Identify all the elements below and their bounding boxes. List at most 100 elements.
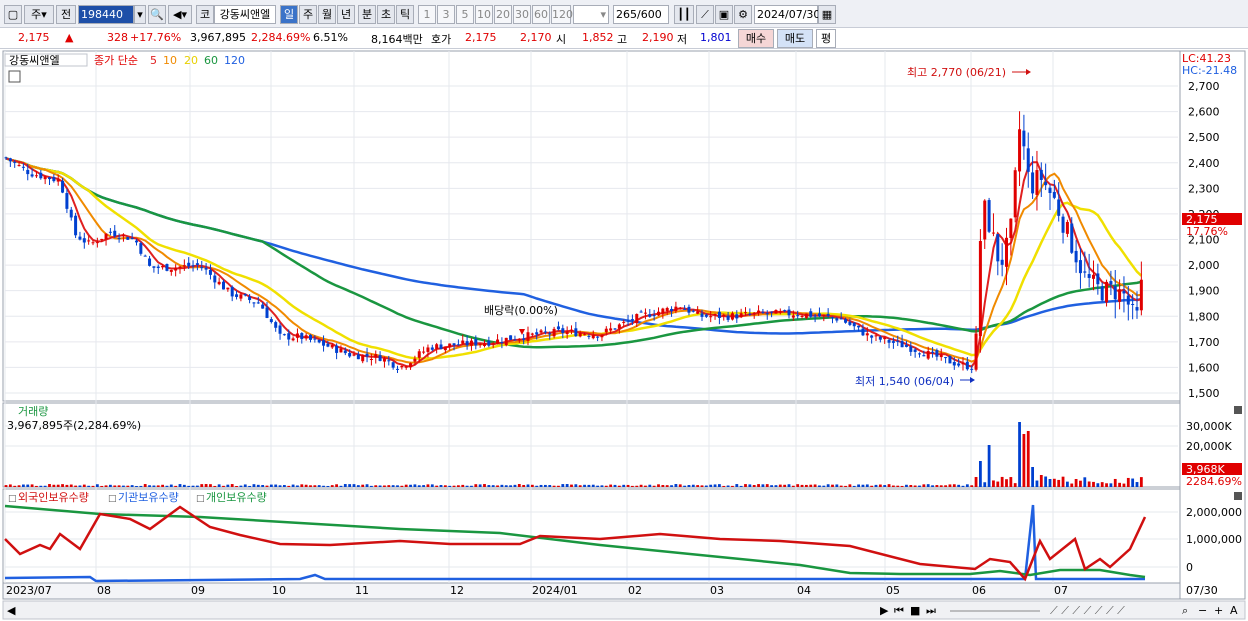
candle-body — [448, 343, 452, 348]
legend-ma120: 120 — [224, 54, 245, 67]
window-menu-icon[interactable]: ▢ — [4, 5, 22, 24]
interval-20[interactable]: 20 — [494, 5, 512, 24]
font-size-icon[interactable]: A — [1230, 604, 1238, 617]
settings-icon[interactable]: ⚙ — [734, 5, 752, 24]
zoom-search-icon[interactable]: ⌕ — [1182, 604, 1188, 617]
draw-tool-icon[interactable]: ⟋ — [696, 5, 714, 24]
interval-1[interactable]: 1 — [418, 5, 436, 24]
volume-bar — [435, 485, 439, 487]
volume-bar — [1061, 476, 1065, 487]
candle-body — [735, 314, 739, 319]
interval-60[interactable]: 60 — [532, 5, 550, 24]
market-select[interactable]: 주▾ — [24, 5, 54, 24]
candle-body — [670, 308, 674, 312]
interval-30[interactable]: 30 — [513, 5, 531, 24]
chart-area[interactable]: 2,7002,6002,5002,4002,3002,2002,1002,000… — [0, 49, 1248, 621]
period-day[interactable]: 일 — [280, 5, 298, 24]
code-dropdown-icon[interactable]: ▾ — [134, 5, 146, 24]
price-tick-label: 2,700 — [1188, 80, 1220, 93]
candle-body — [809, 311, 813, 317]
volume-bar — [778, 484, 782, 487]
turnover-rate: 6.51% — [313, 31, 348, 44]
candle-body — [848, 321, 852, 325]
candle-body — [609, 328, 613, 331]
interval-10[interactable]: 10 — [475, 5, 493, 24]
candle-body — [282, 334, 286, 336]
volume-bar — [61, 484, 64, 487]
volume-bar — [665, 485, 669, 487]
drawing-tools-icon[interactable]: ⟋ ⟋ ⟋ ⟋ ⟋ ⟋ ⟋ — [1050, 604, 1125, 617]
volume-panel-close-icon[interactable] — [1234, 406, 1242, 414]
candle-icon[interactable]: ┃┃ — [674, 5, 694, 24]
count-input[interactable]: 265/600 — [613, 5, 669, 24]
panel-toggle-icon[interactable] — [8, 70, 21, 83]
avg-button[interactable]: 평 — [816, 29, 836, 48]
volume-bar — [587, 484, 591, 487]
speaker-icon[interactable]: ◀▾ — [168, 5, 192, 24]
candle-body — [1005, 237, 1008, 267]
zoom-out-icon[interactable]: − — [1198, 604, 1207, 617]
candle-body — [295, 333, 299, 338]
zoom-in-icon[interactable]: + — [1214, 604, 1223, 617]
chart-canvas[interactable]: 2,7002,6002,5002,4002,3002,2002,1002,000… — [0, 49, 1248, 621]
interval-3[interactable]: 3 — [437, 5, 455, 24]
scroll-right-icon[interactable]: ▶ — [880, 604, 889, 617]
stop-icon[interactable]: ■ — [910, 604, 920, 617]
fast-forward-icon[interactable]: ⏭ — [926, 604, 936, 617]
interval-120[interactable]: 120 — [551, 5, 573, 24]
period-tick[interactable]: 틱 — [396, 5, 414, 24]
interval-custom-select[interactable]: ▾ — [573, 5, 609, 24]
candle-body — [1135, 307, 1139, 311]
type-select[interactable]: 전 — [56, 5, 76, 24]
candle-body — [43, 176, 47, 180]
candle-body — [687, 306, 691, 313]
calendar-icon[interactable]: ▦ — [818, 5, 836, 24]
scroll-left-icon[interactable]: ◀ — [7, 604, 16, 617]
volume-bar — [474, 484, 478, 487]
candle-body — [604, 328, 608, 333]
interval-5[interactable]: 5 — [456, 5, 474, 24]
candle-body — [613, 328, 617, 330]
candle-body — [957, 363, 961, 366]
volume-bar — [922, 484, 926, 487]
volume-bar — [687, 485, 691, 487]
volume-bar — [1083, 477, 1087, 487]
volume-bar — [404, 484, 408, 487]
period-minute[interactable]: 분 — [358, 5, 376, 24]
period-week[interactable]: 주 — [299, 5, 317, 24]
candle-body — [643, 312, 647, 314]
candle-body — [443, 346, 447, 351]
period-second[interactable]: 초 — [377, 5, 395, 24]
x-tick-label: 2023/07 — [6, 584, 52, 597]
buy-button[interactable]: 매수 — [738, 29, 774, 48]
candle-body — [8, 158, 12, 162]
candle-body — [700, 313, 704, 317]
sell-button[interactable]: 매도 — [777, 29, 813, 48]
volume-bar — [491, 485, 495, 487]
candle-body — [965, 361, 969, 370]
volume-bar — [517, 484, 521, 487]
code-input[interactable]: 198440 — [78, 5, 134, 24]
candle-body — [561, 328, 565, 333]
volume-bar — [748, 484, 752, 487]
candle-body — [352, 354, 356, 356]
period-year[interactable]: 년 — [337, 5, 355, 24]
period-month[interactable]: 월 — [318, 5, 336, 24]
investor-panel-close-icon[interactable] — [1234, 492, 1242, 500]
date-input[interactable]: 2024/07/30 — [754, 5, 820, 24]
save-icon[interactable]: ▣ — [715, 5, 733, 24]
candle-body — [230, 286, 234, 297]
search-icon[interactable]: 🔍 — [148, 5, 166, 24]
volume-bar — [287, 485, 291, 487]
volume-current-pct: 2284.69% — [1186, 475, 1242, 488]
rewind-icon[interactable]: ⏮ — [894, 604, 904, 617]
volume-bar — [87, 485, 91, 487]
candle-body — [1122, 290, 1126, 294]
volume-bar — [1122, 483, 1126, 487]
candle-body — [1009, 218, 1013, 239]
candle-body — [991, 232, 995, 234]
volume-bar — [252, 484, 256, 487]
candle-body — [1057, 199, 1061, 216]
x-tick-label: 05 — [886, 584, 900, 597]
volume-bar — [631, 485, 634, 487]
